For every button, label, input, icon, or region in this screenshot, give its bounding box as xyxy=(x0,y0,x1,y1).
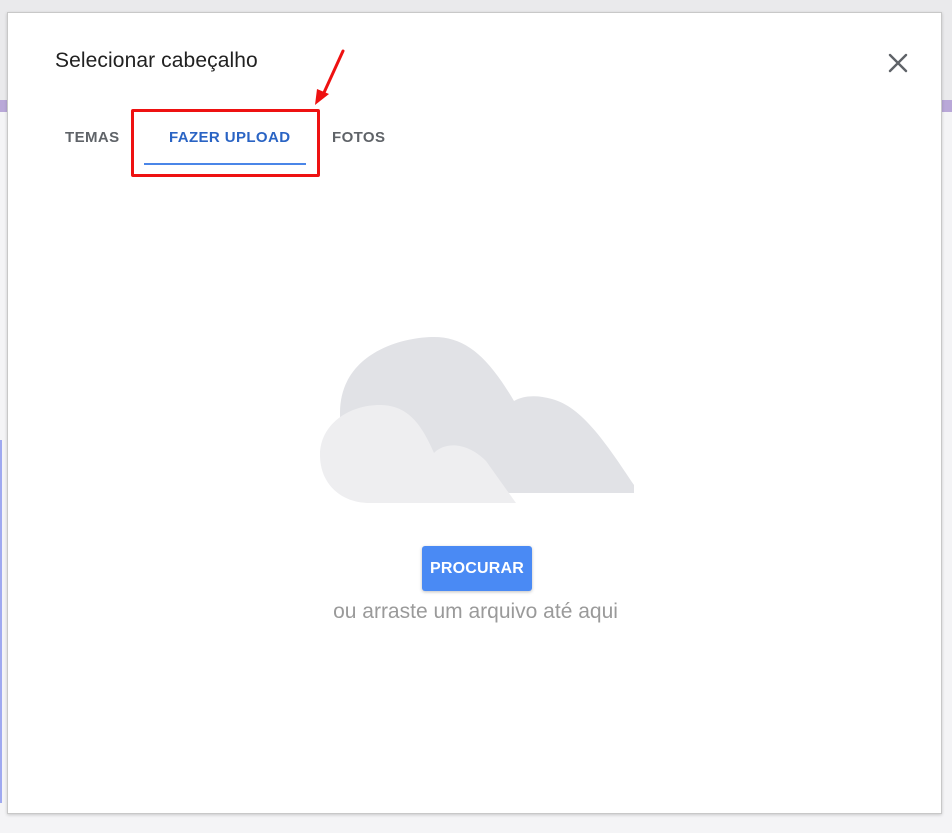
cloud-illustration-icon xyxy=(320,337,634,503)
close-button[interactable] xyxy=(884,49,912,77)
close-icon xyxy=(888,53,908,73)
drag-drop-hint: ou arraste um arquivo até aqui xyxy=(333,600,618,623)
red-arrow-icon xyxy=(315,49,345,105)
tab-fotos[interactable]: FOTOS xyxy=(332,129,385,146)
browse-button[interactable]: PROCURAR xyxy=(422,546,532,591)
dialog-title: Selecionar cabeçalho xyxy=(55,49,258,72)
background-left-border xyxy=(0,440,2,803)
select-header-dialog: Selecionar cabeçalho TEMAS FAZER UPLOAD … xyxy=(7,12,942,814)
tab-temas[interactable]: TEMAS xyxy=(65,129,120,146)
red-highlight-box xyxy=(131,109,320,177)
